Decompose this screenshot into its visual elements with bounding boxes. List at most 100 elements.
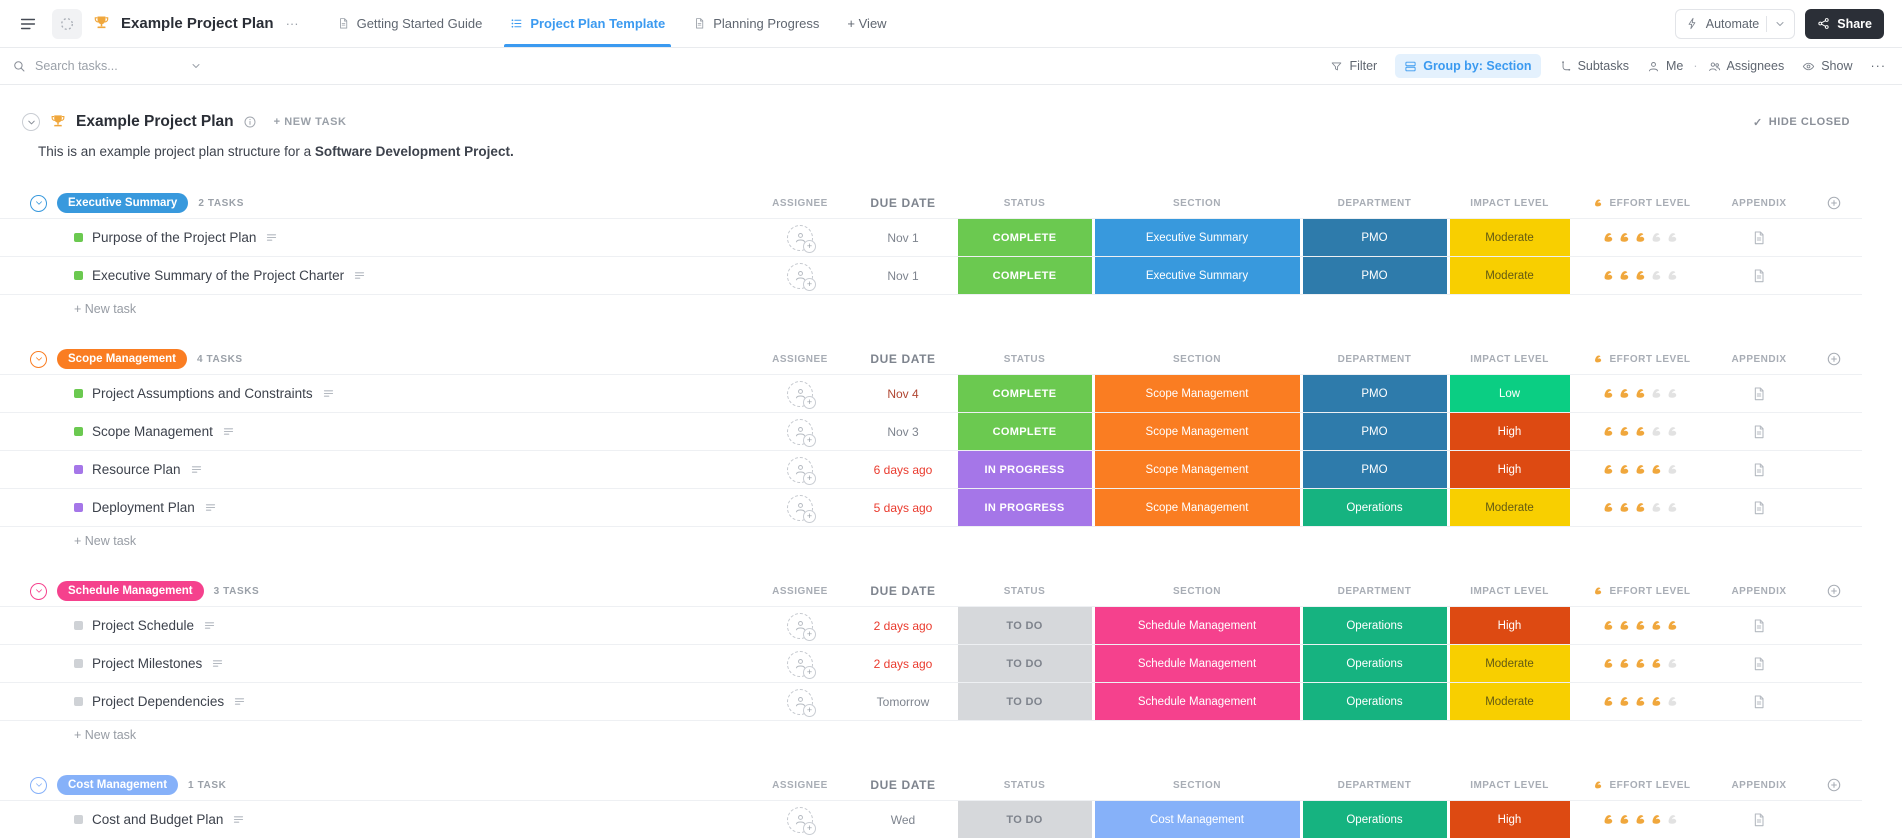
- assignees-button[interactable]: Assignees: [1708, 59, 1785, 73]
- impact-chip[interactable]: Moderate: [1450, 683, 1570, 720]
- tab-getting-started-guide[interactable]: Getting Started Guide: [323, 0, 497, 47]
- tab-project-plan-template[interactable]: Project Plan Template: [496, 0, 679, 47]
- due-date[interactable]: 6 days ago: [850, 451, 956, 488]
- column-header-status[interactable]: STATUS: [956, 770, 1093, 800]
- due-date[interactable]: 2 days ago: [850, 607, 956, 644]
- new-task-row-button[interactable]: + New task: [0, 720, 1862, 748]
- column-header-department[interactable]: DEPARTMENT: [1301, 344, 1448, 374]
- due-date[interactable]: Nov 4: [850, 375, 956, 412]
- column-header-department[interactable]: DEPARTMENT: [1301, 576, 1448, 606]
- task-status-square[interactable]: [74, 659, 83, 668]
- effort-level[interactable]: [1571, 413, 1712, 450]
- appendix-document-icon[interactable]: [1751, 268, 1767, 284]
- section-chip[interactable]: Executive Summary: [1095, 257, 1300, 294]
- department-chip[interactable]: Operations: [1303, 489, 1447, 526]
- add-assignee-button[interactable]: [787, 495, 813, 521]
- task-row[interactable]: Purpose of the Project Plan Nov 1 COMPLE…: [0, 218, 1862, 256]
- column-header-impact-level[interactable]: IMPACT LEVEL: [1448, 188, 1571, 218]
- due-date[interactable]: Nov 1: [850, 257, 956, 294]
- info-icon[interactable]: [243, 115, 257, 129]
- task-row[interactable]: Project Dependencies Tomorrow TO DO Sche…: [0, 682, 1862, 720]
- impact-chip[interactable]: Low: [1450, 375, 1570, 412]
- task-row[interactable]: Executive Summary of the Project Charter…: [0, 256, 1862, 294]
- appendix-document-icon[interactable]: [1751, 618, 1767, 634]
- sync-status-button[interactable]: [52, 9, 82, 39]
- task-name[interactable]: Deployment Plan: [92, 500, 195, 515]
- status-chip[interactable]: COMPLETE: [958, 219, 1092, 256]
- department-chip[interactable]: PMO: [1303, 413, 1447, 450]
- task-status-square[interactable]: [74, 233, 83, 242]
- column-header-impact-level[interactable]: IMPACT LEVEL: [1448, 344, 1571, 374]
- add-assignee-button[interactable]: [787, 651, 813, 677]
- task-status-square[interactable]: [74, 697, 83, 706]
- effort-level[interactable]: [1571, 489, 1712, 526]
- status-chip[interactable]: TO DO: [958, 645, 1092, 682]
- add-column-button[interactable]: [1826, 777, 1842, 793]
- add-column-button[interactable]: [1826, 195, 1842, 211]
- new-task-button[interactable]: + NEW TASK: [274, 116, 347, 128]
- due-date[interactable]: 2 days ago: [850, 645, 956, 682]
- chevron-down-icon[interactable]: [1774, 18, 1786, 30]
- department-chip[interactable]: PMO: [1303, 257, 1447, 294]
- task-name[interactable]: Project Assumptions and Constraints: [92, 386, 313, 401]
- column-header-effort-level[interactable]: EFFORT LEVEL: [1571, 576, 1712, 606]
- section-chip[interactable]: Scope Management: [1095, 489, 1300, 526]
- status-chip[interactable]: COMPLETE: [958, 257, 1092, 294]
- column-header-assignee[interactable]: ASSIGNEE: [750, 576, 850, 606]
- column-header-impact-level[interactable]: IMPACT LEVEL: [1448, 770, 1571, 800]
- due-date[interactable]: Nov 1: [850, 219, 956, 256]
- status-chip[interactable]: COMPLETE: [958, 413, 1092, 450]
- section-chip[interactable]: Scope Management: [1095, 451, 1300, 488]
- more-options-button[interactable]: ···: [1871, 59, 1887, 73]
- task-row[interactable]: Scope Management Nov 3 COMPLETE Scope Ma…: [0, 412, 1862, 450]
- new-task-row-button[interactable]: + New task: [0, 526, 1862, 554]
- effort-level[interactable]: [1571, 257, 1712, 294]
- department-chip[interactable]: PMO: [1303, 451, 1447, 488]
- add-assignee-button[interactable]: [787, 225, 813, 251]
- column-header-impact-level[interactable]: IMPACT LEVEL: [1448, 576, 1571, 606]
- task-status-square[interactable]: [74, 389, 83, 398]
- add-view-button[interactable]: + View: [833, 0, 900, 47]
- add-assignee-button[interactable]: [787, 263, 813, 289]
- task-name[interactable]: Project Dependencies: [92, 694, 224, 709]
- appendix-document-icon[interactable]: [1751, 500, 1767, 516]
- impact-chip[interactable]: Moderate: [1450, 645, 1570, 682]
- project-more-button[interactable]: ···: [286, 16, 299, 31]
- group-collapse-chevron[interactable]: [30, 583, 47, 600]
- column-header-assignee[interactable]: ASSIGNEE: [750, 770, 850, 800]
- column-header-effort-level[interactable]: EFFORT LEVEL: [1571, 344, 1712, 374]
- effort-level[interactable]: [1571, 683, 1712, 720]
- share-button[interactable]: Share: [1805, 9, 1884, 39]
- column-header-appendix[interactable]: APPENDIX: [1712, 344, 1806, 374]
- column-header-assignee[interactable]: ASSIGNEE: [750, 188, 850, 218]
- column-header-appendix[interactable]: APPENDIX: [1712, 770, 1806, 800]
- column-header-assignee[interactable]: ASSIGNEE: [750, 344, 850, 374]
- group-badge[interactable]: Cost Management: [57, 775, 178, 795]
- task-name[interactable]: Scope Management: [92, 424, 213, 439]
- group-by-button[interactable]: Group by: Section: [1395, 54, 1540, 78]
- task-status-square[interactable]: [74, 621, 83, 630]
- subtasks-button[interactable]: Subtasks: [1559, 59, 1629, 73]
- appendix-document-icon[interactable]: [1751, 656, 1767, 672]
- add-assignee-button[interactable]: [787, 689, 813, 715]
- impact-chip[interactable]: High: [1450, 451, 1570, 488]
- task-row[interactable]: Deployment Plan 5 days ago IN PROGRESS S…: [0, 488, 1862, 526]
- department-chip[interactable]: Operations: [1303, 683, 1447, 720]
- status-chip[interactable]: IN PROGRESS: [958, 489, 1092, 526]
- task-name[interactable]: Executive Summary of the Project Charter: [92, 268, 344, 283]
- column-header-appendix[interactable]: APPENDIX: [1712, 188, 1806, 218]
- column-header-department[interactable]: DEPARTMENT: [1301, 770, 1448, 800]
- filter-button[interactable]: Filter: [1330, 59, 1377, 73]
- group-badge[interactable]: Schedule Management: [57, 581, 204, 601]
- column-header-due-date[interactable]: DUE DATE: [850, 770, 956, 800]
- automate-button[interactable]: Automate: [1675, 9, 1796, 39]
- department-chip[interactable]: PMO: [1303, 219, 1447, 256]
- section-chip[interactable]: Scope Management: [1095, 375, 1300, 412]
- due-date[interactable]: 5 days ago: [850, 489, 956, 526]
- effort-level[interactable]: [1571, 607, 1712, 644]
- impact-chip[interactable]: High: [1450, 607, 1570, 644]
- column-header-due-date[interactable]: DUE DATE: [850, 344, 956, 374]
- column-header-appendix[interactable]: APPENDIX: [1712, 576, 1806, 606]
- column-header-effort-level[interactable]: EFFORT LEVEL: [1571, 188, 1712, 218]
- due-date[interactable]: Nov 3: [850, 413, 956, 450]
